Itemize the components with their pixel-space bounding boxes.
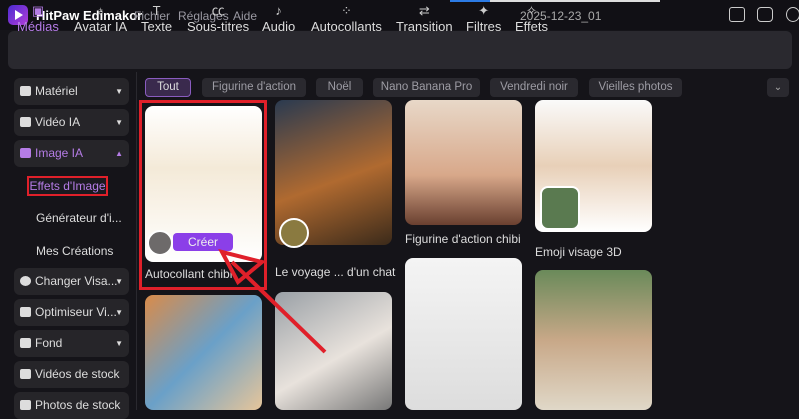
arrow-head	[218, 248, 267, 286]
annotation-arrow	[218, 248, 327, 354]
